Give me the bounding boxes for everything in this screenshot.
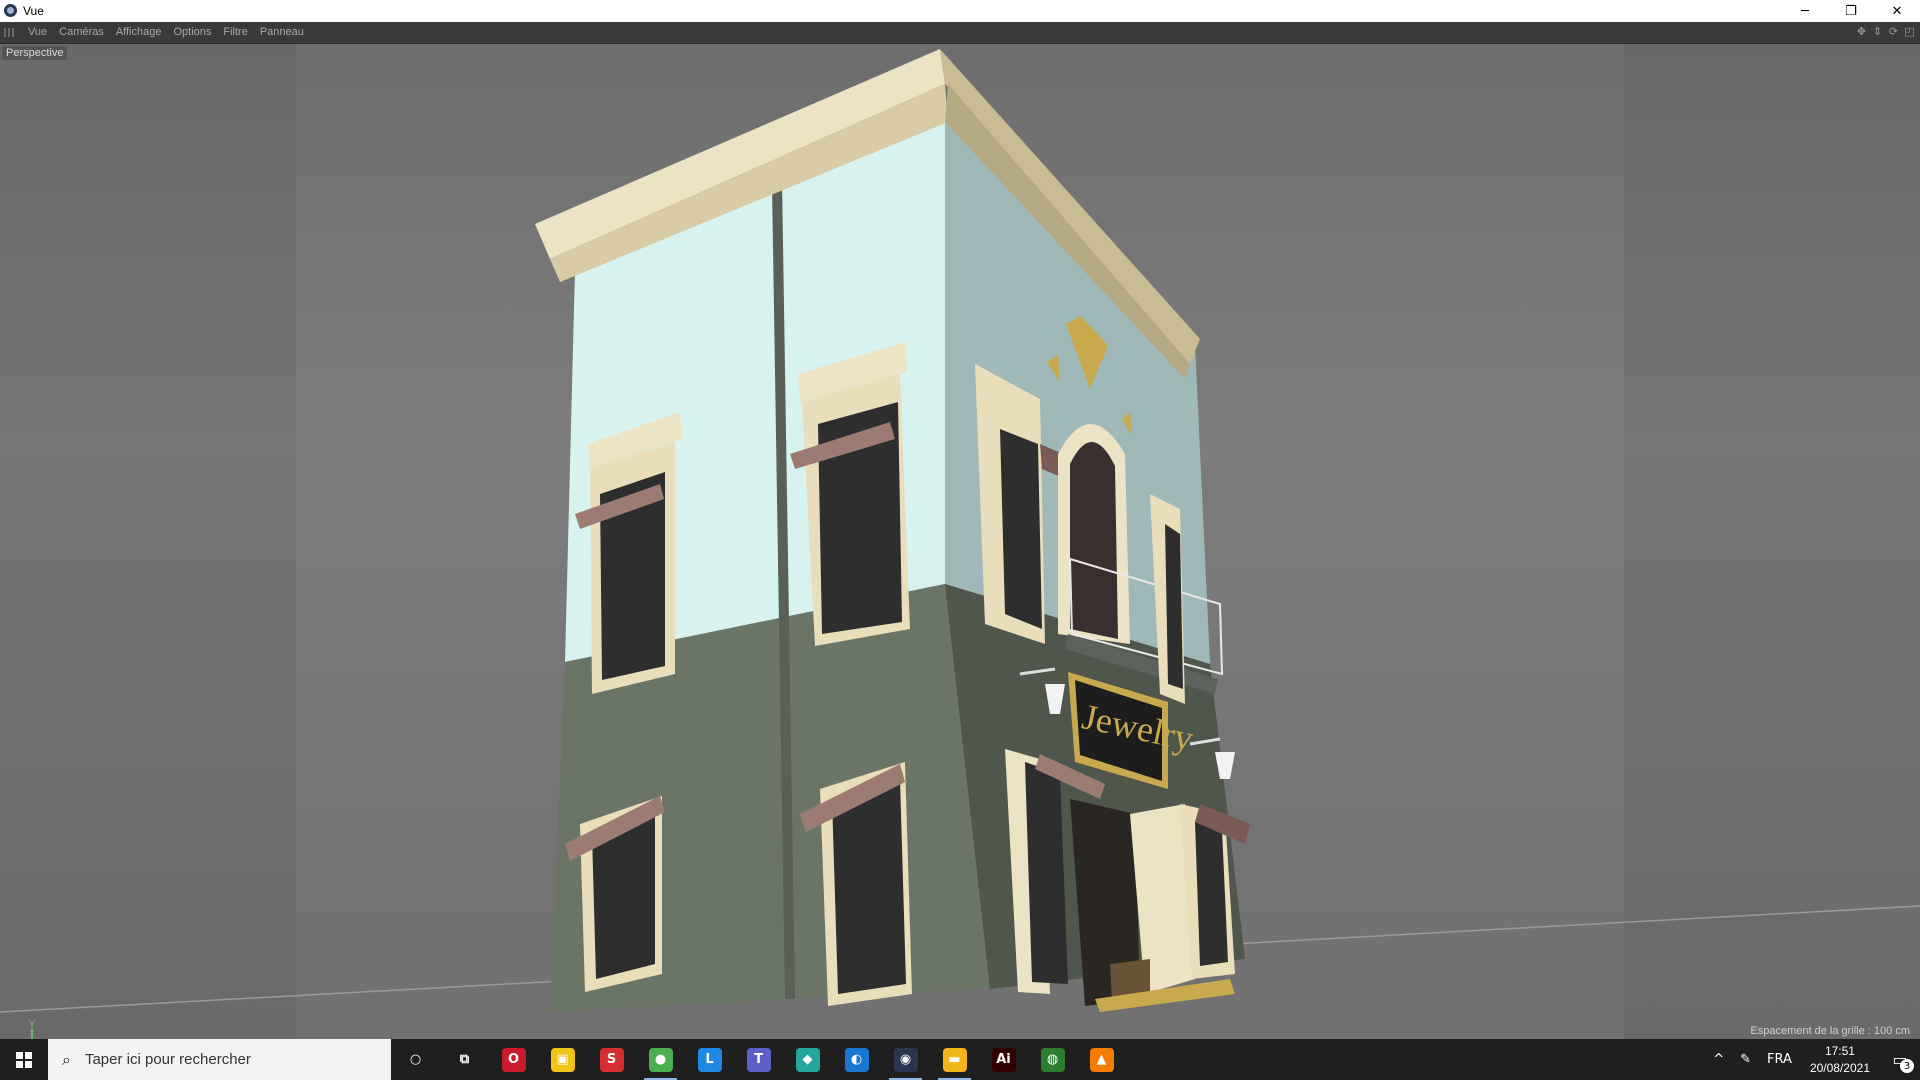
grid-spacing-info: Espacement de la grille : 100 cm xyxy=(1750,1025,1910,1037)
taskbar: ⌕ Taper ici pour rechercher ○ ⧉ O ▣ S ● L T ◆ ◐ ◉ ▬… xyxy=(0,1039,1920,1080)
chrome-icon-glyph: ● xyxy=(648,1047,673,1072)
building-scene: Jewelry Y xyxy=(0,49,1920,1039)
illustrator-icon-glyph: Ai xyxy=(991,1047,1016,1072)
cinema4d-icon-glyph: ◉ xyxy=(893,1047,918,1072)
globe-app-icon[interactable]: ◍ xyxy=(1028,1039,1077,1080)
vlc-icon-glyph: ▲ xyxy=(1089,1047,1114,1072)
axis-y-label: Y xyxy=(29,1019,35,1029)
notification-count: 3 xyxy=(1900,1059,1914,1073)
windows-logo-icon xyxy=(16,1051,32,1068)
chrome-icon[interactable]: ● xyxy=(636,1039,685,1080)
opera-icon[interactable]: O xyxy=(489,1039,538,1080)
menu-filtre[interactable]: Filtre xyxy=(217,22,253,43)
file-explorer-icon[interactable]: ▬ xyxy=(930,1039,979,1080)
start-button[interactable] xyxy=(0,1039,48,1080)
maximize-view-icon[interactable]: ◰ xyxy=(1903,25,1916,38)
menu-panneau[interactable]: Panneau xyxy=(254,22,310,43)
app-green-icon-glyph: ◆ xyxy=(795,1047,820,1072)
clock[interactable]: 17:51 20/08/2021 xyxy=(1800,1043,1880,1077)
task-view-icon[interactable]: ⧉ xyxy=(440,1039,489,1080)
language-indicator[interactable]: FRA xyxy=(1759,1052,1800,1067)
vlc-icon[interactable]: ▲ xyxy=(1077,1039,1126,1080)
menu-options[interactable]: Options xyxy=(167,22,217,43)
app-blue-icon-glyph: ◐ xyxy=(844,1047,869,1072)
globe-app-icon-glyph: ◍ xyxy=(1040,1047,1065,1072)
menu-affichage[interactable]: Affichage xyxy=(110,22,168,43)
cinema4d-app-icon xyxy=(4,4,17,17)
app-s-icon[interactable]: S xyxy=(587,1039,636,1080)
file-explorer-icon-glyph: ▬ xyxy=(942,1047,967,1072)
app-l-icon[interactable]: L xyxy=(685,1039,734,1080)
notification-center-icon[interactable]: ▭ 3 xyxy=(1880,1039,1920,1080)
app-s-icon-glyph: S xyxy=(599,1047,624,1072)
app-l-icon-glyph: L xyxy=(697,1047,722,1072)
rotate-view-icon[interactable]: ⟳ xyxy=(1887,25,1900,38)
clock-time: 17:51 xyxy=(1824,1043,1855,1058)
clock-date: 20/08/2021 xyxy=(1809,1060,1870,1075)
taskbar-apps: ○ ⧉ O ▣ S ● L T ◆ ◐ ◉ ▬ Ai ◍ ▲ xyxy=(391,1039,1126,1080)
pen-icon[interactable]: ✎ xyxy=(1732,1052,1759,1067)
menu-cameras[interactable]: Caméras xyxy=(53,22,110,43)
store-icon[interactable]: ▣ xyxy=(538,1039,587,1080)
cinema4d-icon[interactable]: ◉ xyxy=(881,1039,930,1080)
cortana-icon[interactable]: ○ xyxy=(391,1039,440,1080)
minimize-button[interactable]: ─ xyxy=(1782,0,1828,22)
window-title: Vue xyxy=(23,4,44,18)
3d-viewport[interactable]: Jewelry Y Perspective Espacement de la g… xyxy=(0,44,1920,1039)
teams-icon-glyph: T xyxy=(746,1047,771,1072)
close-button[interactable]: ✕ xyxy=(1874,0,1920,22)
panel-grip-icon[interactable] xyxy=(4,28,14,37)
search-placeholder: Taper ici pour rechercher xyxy=(84,1051,251,1068)
title-bar: Vue ─ ❐ ✕ xyxy=(0,0,1920,22)
illustrator-icon[interactable]: Ai xyxy=(979,1039,1028,1080)
teams-icon[interactable]: T xyxy=(734,1039,783,1080)
store-icon-glyph: ▣ xyxy=(550,1047,575,1072)
cortana-icon-glyph: ○ xyxy=(409,1052,422,1067)
menu-vue[interactable]: Vue xyxy=(22,22,53,43)
task-view-icon-glyph: ⧉ xyxy=(459,1052,470,1067)
restore-button[interactable]: ❐ xyxy=(1828,0,1874,22)
opera-icon-glyph: O xyxy=(501,1047,526,1072)
move-view-icon[interactable]: ✥ xyxy=(1855,25,1868,38)
tray-chevron-icon[interactable]: ^ xyxy=(1705,1052,1732,1067)
app-green-icon[interactable]: ◆ xyxy=(783,1039,832,1080)
system-tray: ^ ✎ FRA 17:51 20/08/2021 ▭ 3 xyxy=(1705,1039,1920,1080)
search-icon: ⌕ xyxy=(62,1049,71,1069)
app-blue-icon[interactable]: ◐ xyxy=(832,1039,881,1080)
viewport-menu-bar: Vue Caméras Affichage Options Filtre Pan… xyxy=(0,22,1920,44)
zoom-view-icon[interactable]: ⇕ xyxy=(1871,25,1884,38)
axis-gizmo: Y xyxy=(29,1019,35,1039)
search-box[interactable]: ⌕ Taper ici pour rechercher xyxy=(48,1039,391,1080)
camera-label[interactable]: Perspective xyxy=(2,46,68,60)
